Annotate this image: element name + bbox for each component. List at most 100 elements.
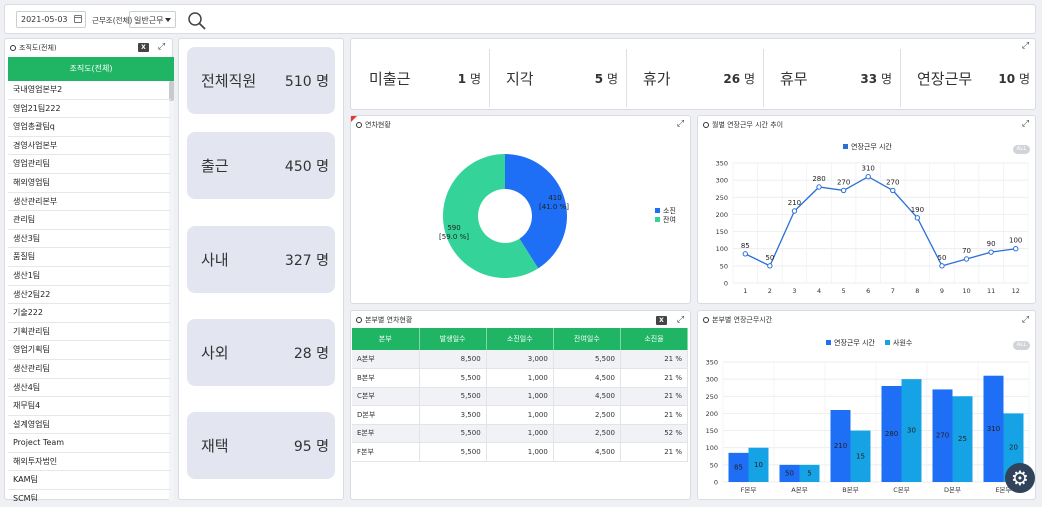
org-item[interactable]: 생산4팀 — [8, 379, 171, 398]
table-row[interactable]: D본부 3,500 1,000 2,500 21 % — [352, 405, 688, 425]
org-item[interactable]: 재무팀4 — [8, 397, 171, 416]
data-point — [963, 256, 970, 262]
attendance-card[interactable]: 전체직원 510 명 — [187, 47, 335, 114]
gear-icon[interactable]: ⚙ — [1005, 463, 1035, 493]
data-point — [840, 187, 847, 194]
table-row[interactable]: F본부 5,500 1,000 4,500 21 % — [352, 442, 688, 462]
x-tick-label: 12 — [1012, 287, 1020, 295]
x-tick-label: 11 — [987, 287, 995, 295]
bar-label: 210 — [834, 442, 847, 450]
excel-export-icon[interactable]: X — [138, 43, 149, 52]
date-input[interactable]: 2021-05-03 — [16, 11, 86, 28]
org-item[interactable]: 기획관리팀 — [8, 323, 171, 342]
data-label: 280 — [812, 175, 825, 183]
org-item[interactable]: Project Team — [8, 434, 171, 453]
table-row[interactable]: E본부 5,500 1,000 2,500 52 % — [352, 424, 688, 443]
dept-leave-panel: 본부별 연차현황 X ⤢ 본부 발생일수 소진일수 잔여일수 소진율 A본부 8,500 3,… — [350, 310, 691, 500]
stat-label: 연장근무 — [917, 69, 973, 88]
bar-label: 280 — [885, 430, 898, 438]
stat-count: 10 — [998, 71, 1016, 86]
legend-swatch — [885, 340, 890, 345]
stat-value: 1 명 — [458, 70, 481, 87]
table-row[interactable]: A본부 8,500 3,000 5,500 21 % — [352, 350, 688, 369]
org-item[interactable]: 관리팀 — [8, 211, 171, 230]
table-header-cell[interactable]: 소진일수 — [486, 328, 554, 350]
status-stat[interactable]: 지각 5 명 — [490, 49, 627, 107]
table-row[interactable]: B본부 5,500 1,000 4,500 21 % — [352, 368, 688, 388]
bar-label: 50 — [785, 469, 794, 477]
data-point — [816, 184, 822, 190]
attendance-card[interactable]: 사내 327 명 — [187, 226, 335, 293]
card-label: 사내 — [201, 251, 229, 269]
status-stat[interactable]: 연장근무 10 명 — [901, 49, 1038, 107]
table-cell: 3,500 — [419, 405, 487, 425]
table-header-cell[interactable]: 발생일수 — [419, 328, 487, 350]
org-item[interactable]: 영업관리팀 — [8, 155, 171, 174]
search-icon[interactable] — [187, 11, 207, 31]
excel-export-icon[interactable]: X — [656, 316, 667, 325]
x-tick-label: D본부 — [944, 486, 961, 494]
date-value: 2021-05-03 — [21, 15, 68, 24]
work-type-select[interactable]: 일반근무 — [129, 11, 176, 28]
table-header-cell[interactable]: 본부 — [352, 328, 420, 350]
org-item[interactable]: 영업21팀222 — [8, 100, 171, 119]
org-item[interactable]: 영업기획팀 — [8, 341, 171, 360]
card-value: 450 명 — [285, 156, 329, 176]
attendance-card[interactable]: 출근 450 명 — [187, 132, 335, 199]
y-tick-label: 350 — [706, 359, 718, 367]
org-item[interactable]: 생산1팀 — [8, 267, 171, 286]
legend-label: 연장근무 시간 — [834, 338, 875, 347]
monthly-overtime-panel: 월별 연장근무 시간 추이 ⤢ ALL 0 50 100 150 200 250 300 35… — [697, 115, 1036, 304]
x-tick-label: 7 — [891, 287, 895, 295]
data-label: 210 — [788, 199, 801, 207]
org-item[interactable]: 국내영업본부2 — [8, 81, 171, 100]
org-item[interactable]: 기술222 — [8, 304, 171, 323]
org-root-header[interactable]: 조직도(전체) — [8, 57, 174, 81]
table-cell: 5,500 — [419, 424, 487, 443]
data-label: 70 — [962, 247, 971, 255]
org-tree-panel: 조직도(전체) X ⤢ 조직도(전체) 국내영업본부2 영업21팀222 영업총괄팀… — [4, 38, 174, 501]
dept-leave-title: 본부별 연차현황 — [365, 316, 413, 324]
data-label: 50 — [765, 254, 774, 262]
org-item[interactable]: 품질팀 — [8, 248, 171, 267]
org-item[interactable]: 생산관리본부 — [8, 193, 171, 212]
leave-donut-chart: 410[41.0 %] 590[59.0 %] 소진잔여 — [439, 154, 676, 278]
table-cell: 5,500 — [553, 350, 622, 369]
data-point — [914, 215, 921, 221]
expand-icon[interactable]: ⤢ — [157, 43, 166, 52]
filter-toolbar: 2021-05-03 근무조(전체) 일반근무 — [4, 4, 1036, 34]
attendance-card[interactable]: 재택 95 명 — [187, 412, 335, 479]
stat-label: 휴가 — [643, 69, 671, 88]
org-item[interactable]: 해외영업팀 — [8, 174, 171, 193]
table-row[interactable]: C본부 5,500 1,000 4,500 21 % — [352, 387, 688, 406]
calendar-icon[interactable] — [74, 15, 82, 23]
org-item[interactable]: 생산3팀 — [8, 230, 171, 249]
y-tick-label: 0 — [724, 280, 728, 288]
donut-label-used-value: 410 — [548, 194, 561, 202]
org-item[interactable]: 생산2팀22 — [8, 286, 171, 305]
org-panel-title: 조직도(전체) — [19, 44, 57, 52]
expand-icon[interactable]: ⤢ — [676, 316, 685, 325]
org-item[interactable]: SCM팀 — [8, 490, 171, 501]
org-item[interactable]: 설계영업팀 — [8, 416, 171, 435]
table-header-cell[interactable]: 잔여일수 — [553, 328, 622, 350]
bar-label: 5 — [807, 469, 811, 477]
status-stat[interactable]: 휴가 26 명 — [627, 49, 764, 107]
bar-label: 30 — [907, 427, 916, 435]
work-type-label: 근무조(전체) — [92, 16, 133, 25]
status-stat[interactable]: 휴무 33 명 — [764, 49, 901, 107]
org-item[interactable]: 영업총괄팀q — [8, 118, 171, 137]
x-tick-label: 2 — [768, 287, 772, 295]
org-item[interactable]: 경영사업본부 — [8, 137, 171, 156]
table-header-cell[interactable]: 소진율 — [620, 328, 688, 350]
table-cell: 3,000 — [486, 350, 554, 369]
table-header-row: 본부 발생일수 소진일수 잔여일수 소진율 — [352, 328, 688, 350]
attendance-card[interactable]: 사외 28 명 — [187, 319, 335, 386]
table-cell: 4,500 — [553, 387, 622, 406]
stat-label: 지각 — [506, 69, 534, 88]
org-item[interactable]: 해외투자법인 — [8, 453, 171, 472]
status-stat[interactable]: 미출근 1 명 — [353, 49, 490, 107]
y-tick-label: 250 — [706, 393, 718, 401]
org-item[interactable]: 생산관리팀 — [8, 360, 171, 379]
org-item[interactable]: KAM팀 — [8, 471, 171, 491]
